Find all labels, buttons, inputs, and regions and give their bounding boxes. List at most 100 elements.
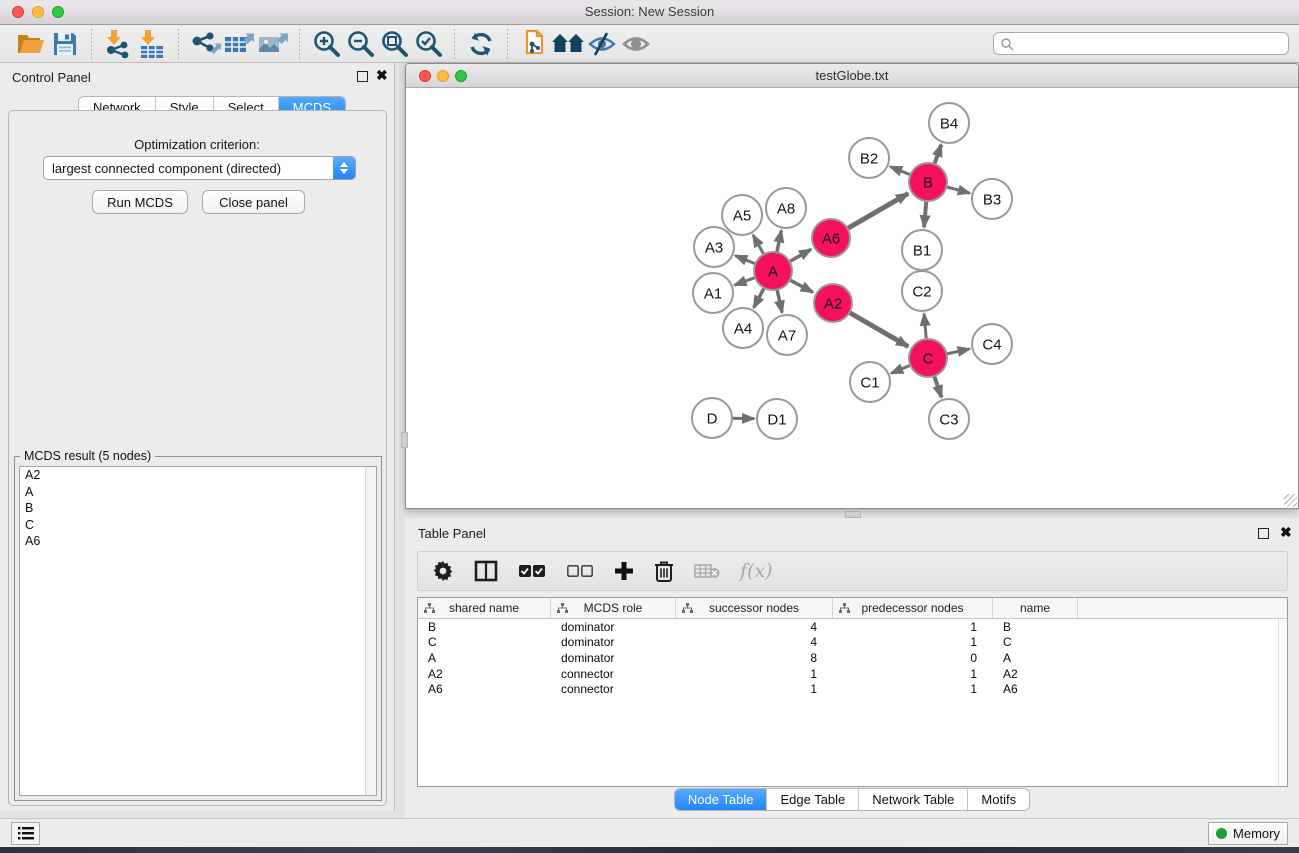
node-C[interactable]: C (909, 339, 947, 377)
network-window-titlebar[interactable]: testGlobe.txt (406, 64, 1298, 88)
node-A2[interactable]: A2 (814, 284, 852, 322)
scrollbar-track[interactable] (365, 467, 376, 795)
search-field[interactable] (993, 32, 1289, 55)
column-header-name[interactable]: name (993, 598, 1078, 618)
deselect-all-checkboxes-icon[interactable] (566, 564, 594, 578)
node-A3[interactable]: A3 (694, 227, 734, 267)
node-A5[interactable]: A5 (722, 195, 762, 235)
cell-name[interactable]: C (993, 635, 1078, 649)
mcds-result-item[interactable]: A (20, 484, 376, 501)
node-B3[interactable]: B3 (972, 179, 1012, 219)
cell-shared-name[interactable]: A (418, 651, 551, 665)
node-C4[interactable]: C4 (972, 324, 1012, 364)
table-settings-gear-icon[interactable] (432, 560, 454, 582)
tab-node-table[interactable]: Node Table (675, 789, 768, 810)
cell-MCDS-role[interactable]: connector (551, 667, 676, 681)
cell-predecessor-nodes[interactable]: 0 (833, 651, 993, 665)
export-image-icon[interactable] (256, 28, 290, 60)
search-input[interactable] (1014, 37, 1282, 51)
node-C3[interactable]: C3 (929, 399, 969, 439)
tab-motifs[interactable]: Motifs (968, 789, 1029, 810)
table-scrollbar[interactable] (1278, 619, 1287, 786)
node-D[interactable]: D (692, 398, 732, 438)
new-network-from-selection-icon[interactable] (517, 28, 551, 60)
splitter-grip-horizontal[interactable] (845, 511, 861, 518)
cell-name[interactable]: A (993, 651, 1078, 665)
export-table-icon[interactable] (222, 28, 256, 60)
zoom-out-icon[interactable] (343, 28, 377, 60)
node-B2[interactable]: B2 (849, 138, 889, 178)
zoom-selected-icon[interactable] (411, 28, 445, 60)
refresh-view-icon[interactable] (464, 28, 498, 60)
add-column-plus-icon[interactable] (614, 561, 634, 581)
cell-name[interactable]: B (993, 620, 1078, 634)
cell-name[interactable]: A2 (993, 667, 1078, 681)
network-graph[interactable]: B4B2BB3A5A8A6A3B1AA1C2A2A4A7C4CC1C3DD1 (406, 89, 1298, 508)
memory-button[interactable]: Memory (1208, 822, 1288, 845)
mcds-result-item[interactable]: B (20, 500, 376, 517)
cell-shared-name[interactable]: A6 (418, 682, 551, 696)
select-all-checkboxes-icon[interactable] (518, 564, 546, 578)
cell-successor-nodes[interactable]: 4 (676, 620, 833, 634)
cell-predecessor-nodes[interactable]: 1 (833, 620, 993, 634)
column-header-successor-nodes[interactable]: successor nodes (676, 598, 833, 618)
home-layout-icon[interactable] (551, 28, 585, 60)
mcds-result-item[interactable]: A2 (20, 467, 376, 484)
zoom-fit-icon[interactable] (377, 28, 411, 60)
close-panel-icon[interactable]: ✖ (1280, 525, 1292, 539)
table-row[interactable]: Adominator80A (418, 650, 1287, 666)
column-header-shared-name[interactable]: shared name (418, 598, 551, 618)
show-hide-panels-icon[interactable] (619, 28, 653, 60)
node-B4[interactable]: B4 (929, 103, 969, 143)
cell-MCDS-role[interactable]: dominator (551, 620, 676, 634)
node-A4[interactable]: A4 (723, 308, 763, 348)
table-row[interactable]: A2connector11A2 (418, 666, 1287, 682)
zoom-in-icon[interactable] (309, 28, 343, 60)
cell-MCDS-role[interactable]: connector (551, 682, 676, 696)
splitter-grip-vertical[interactable] (401, 432, 408, 448)
save-session-icon[interactable] (48, 28, 82, 60)
run-mcds-button[interactable]: Run MCDS (92, 190, 188, 214)
cell-successor-nodes[interactable]: 8 (676, 651, 833, 665)
export-network-icon[interactable] (188, 28, 222, 60)
cell-shared-name[interactable]: A2 (418, 667, 551, 681)
column-selector-icon[interactable] (474, 560, 498, 582)
table-row[interactable]: A6connector11A6 (418, 681, 1287, 697)
cell-shared-name[interactable]: C (418, 635, 551, 649)
delete-table-icon[interactable] (694, 563, 720, 579)
node-A7[interactable]: A7 (767, 315, 807, 355)
delete-column-trash-icon[interactable] (654, 560, 674, 582)
column-header-predecessor-nodes[interactable]: predecessor nodes (833, 598, 993, 618)
window-resize-grip[interactable] (1284, 494, 1297, 507)
optimization-criterion-dropdown[interactable]: largest connected component (directed) (43, 156, 356, 180)
column-header-MCDS-role[interactable]: MCDS role (551, 598, 676, 618)
cell-predecessor-nodes[interactable]: 1 (833, 682, 993, 696)
mcds-result-item[interactable]: A6 (20, 533, 376, 550)
cell-predecessor-nodes[interactable]: 1 (833, 667, 993, 681)
open-file-icon[interactable] (14, 28, 48, 60)
float-panel-icon[interactable] (1258, 528, 1269, 539)
tab-network-table[interactable]: Network Table (859, 789, 968, 810)
node-C1[interactable]: C1 (850, 362, 890, 402)
node-A6[interactable]: A6 (812, 219, 850, 257)
function-builder-icon[interactable]: f(x) (740, 560, 773, 582)
cell-MCDS-role[interactable]: dominator (551, 651, 676, 665)
cell-MCDS-role[interactable]: dominator (551, 635, 676, 649)
float-panel-icon[interactable] (357, 71, 368, 82)
close-panel-icon[interactable]: ✖ (376, 68, 388, 82)
network-canvas[interactable]: B4B2BB3A5A8A6A3B1AA1C2A2A4A7C4CC1C3DD1 (406, 89, 1298, 508)
tab-edge-table[interactable]: Edge Table (767, 789, 859, 810)
node-C2[interactable]: C2 (902, 271, 942, 311)
hide-graphics-details-icon[interactable] (585, 28, 619, 60)
table-row[interactable]: Cdominator41C (418, 635, 1287, 651)
node-A[interactable]: A (754, 252, 792, 290)
cell-successor-nodes[interactable]: 1 (676, 682, 833, 696)
import-table-icon[interactable] (135, 28, 169, 60)
node-B1[interactable]: B1 (902, 230, 942, 270)
close-panel-button[interactable]: Close panel (202, 190, 305, 214)
node-B[interactable]: B (909, 163, 947, 201)
import-network-icon[interactable] (101, 28, 135, 60)
cell-name[interactable]: A6 (993, 682, 1078, 696)
task-history-button[interactable] (11, 822, 40, 845)
cell-successor-nodes[interactable]: 4 (676, 635, 833, 649)
